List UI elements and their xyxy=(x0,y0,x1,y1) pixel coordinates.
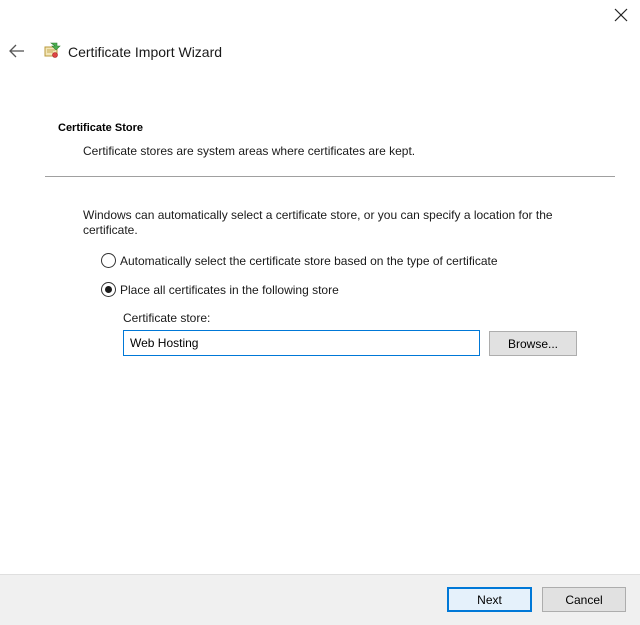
radio-button-auto-select[interactable] xyxy=(101,253,116,268)
place-in-store-option[interactable]: Place all certificates in the following … xyxy=(101,282,339,297)
header-divider xyxy=(45,176,615,177)
auto-select-store-label: Automatically select the certificate sto… xyxy=(120,253,498,268)
arrow-left-icon xyxy=(9,44,24,58)
next-button[interactable]: Next xyxy=(447,587,532,612)
certificate-store-label: Certificate store: xyxy=(123,311,211,325)
close-button[interactable] xyxy=(612,6,630,24)
radio-button-place-in-store[interactable] xyxy=(101,282,116,297)
place-in-store-label: Place all certificates in the following … xyxy=(120,282,339,297)
certificate-store-input[interactable] xyxy=(123,330,480,356)
section-description: Certificate stores are system areas wher… xyxy=(83,144,416,158)
browse-button[interactable]: Browse... xyxy=(489,331,577,356)
wizard-title: Certificate Import Wizard xyxy=(68,44,223,60)
certificate-icon xyxy=(42,41,62,61)
close-icon xyxy=(614,8,628,22)
auto-select-store-option[interactable]: Automatically select the certificate sto… xyxy=(101,253,498,268)
certificate-import-wizard-window: Certificate Import Wizard Certificate St… xyxy=(0,0,640,625)
intro-text: Windows can automatically select a certi… xyxy=(83,208,553,237)
section-title: Certificate Store xyxy=(58,122,143,134)
cancel-button[interactable]: Cancel xyxy=(542,587,626,612)
back-button[interactable] xyxy=(8,43,26,59)
